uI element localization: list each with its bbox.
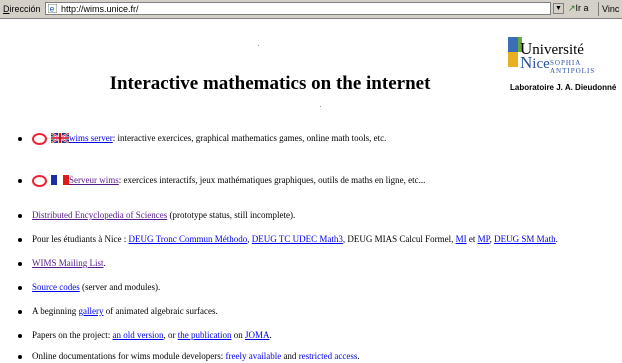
bullet [18, 354, 22, 359]
bullet [18, 237, 22, 242]
address-dropdown-button[interactable]: ▼ [553, 3, 564, 14]
item-text: . [103, 258, 106, 268]
item-text: and [281, 351, 299, 361]
item-text: et [466, 234, 478, 244]
address-label: Dirección [3, 4, 41, 14]
joma-link[interactable]: JOMA [245, 330, 270, 340]
list-item: WIMS Mailing List. [18, 258, 106, 268]
item-text: , DEUG MIAS Calcul Formel, [342, 234, 456, 244]
bullet [18, 309, 22, 314]
decorative-dot [320, 106, 321, 107]
mp-link[interactable]: MP [478, 234, 490, 244]
list-item: Pour les étudiants à Nice : DEUG Tronc C… [18, 234, 558, 244]
ie-page-icon: e [48, 4, 57, 13]
uk-flag-icon [51, 133, 69, 143]
bullet [18, 137, 22, 141]
publication-link[interactable]: the publication [178, 330, 232, 340]
logo-subtitle: SOPHIA ANTIPOLIS [550, 59, 596, 75]
bullet [18, 285, 22, 290]
red-circle-icon [32, 133, 47, 145]
item-text: . [357, 351, 360, 361]
encyclopedia-link[interactable]: Distributed Encyclopedia of Sciences [32, 210, 167, 220]
address-input[interactable]: e http://wims.unice.fr/ [45, 2, 551, 15]
old-version-link[interactable]: an old version [112, 330, 163, 340]
item-text: Pour les étudiants à Nice : [32, 234, 129, 244]
gallery-link[interactable]: gallery [79, 306, 104, 316]
bullet [18, 213, 22, 218]
list-item: wims server: interactive exercices, grap… [18, 133, 386, 145]
item-text: Online documentations for wims module de… [32, 351, 226, 361]
list-item: Distributed Encyclopedia of Sciences (pr… [18, 210, 295, 220]
page-title: Interactive mathematics on the internet [109, 73, 431, 94]
item-text: (server and modules). [79, 282, 161, 292]
deug-sm-math-link[interactable]: DEUG SM Math [494, 234, 556, 244]
red-circle-icon [32, 175, 47, 187]
links-button[interactable]: Vinc [602, 4, 619, 14]
universite-nice-logo: Université Nice SOPHIA ANTIPOLIS Laborat… [508, 37, 620, 99]
restricted-access-link[interactable]: restricted access [299, 351, 358, 361]
list-item: Online documentations for wims module de… [18, 351, 360, 361]
freely-available-link[interactable]: freely available [225, 351, 281, 361]
serveur-wims-link[interactable]: Serveur wims [69, 175, 119, 185]
list-item: Papers on the project: an old version, o… [18, 330, 272, 340]
source-codes-link[interactable]: Source codes [32, 282, 80, 292]
item-text: of animated algebraic surfaces. [103, 306, 218, 316]
item-text: : interactive exercices, graphical mathe… [112, 133, 387, 144]
bullet [18, 179, 22, 183]
go-arrow-icon: ↗ [568, 3, 576, 13]
logo-lab-name: Laboratoire J. A. Dieudonné [510, 83, 617, 92]
deug-tronc-commun-link[interactable]: DEUG Tronc Commun Méthodo [128, 234, 247, 244]
list-item: Source codes (server and modules). [18, 282, 160, 292]
item-text: , or [163, 330, 178, 340]
bullet [18, 333, 22, 338]
bullet [18, 261, 22, 266]
item-text: . [555, 234, 558, 244]
list-item: A beginning gallery of animated algebrai… [18, 306, 218, 316]
svg-text:e: e [50, 5, 55, 14]
item-text: . [269, 330, 272, 340]
french-flag-icon [51, 175, 69, 185]
mi-link[interactable]: MI [456, 234, 467, 244]
wims-server-link[interactable]: wims server [69, 133, 113, 143]
item-text: A beginning [32, 306, 79, 316]
logo-text: Nice [520, 53, 550, 72]
item-text: Papers on the project: [32, 330, 113, 340]
deug-tc-udec-link[interactable]: DEUG TC UDEC Math3 [252, 234, 343, 244]
go-button[interactable]: ↗Ir a [568, 3, 589, 14]
toolbar-separator [598, 2, 599, 16]
address-bar: Dirección e http://wims.unice.fr/ ▼ ↗Ir … [0, 0, 622, 19]
list-item: Serveur wims: exercices interactifs, jeu… [18, 175, 425, 187]
item-text: : exercices interactifs, jeux mathématiq… [118, 175, 426, 186]
mailing-list-link[interactable]: WIMS Mailing List [32, 258, 104, 268]
decorative-dot [258, 45, 259, 46]
item-text: (prototype status, still incomplete). [167, 210, 296, 220]
address-url: http://wims.unice.fr/ [61, 4, 139, 14]
item-text: on [231, 330, 245, 340]
